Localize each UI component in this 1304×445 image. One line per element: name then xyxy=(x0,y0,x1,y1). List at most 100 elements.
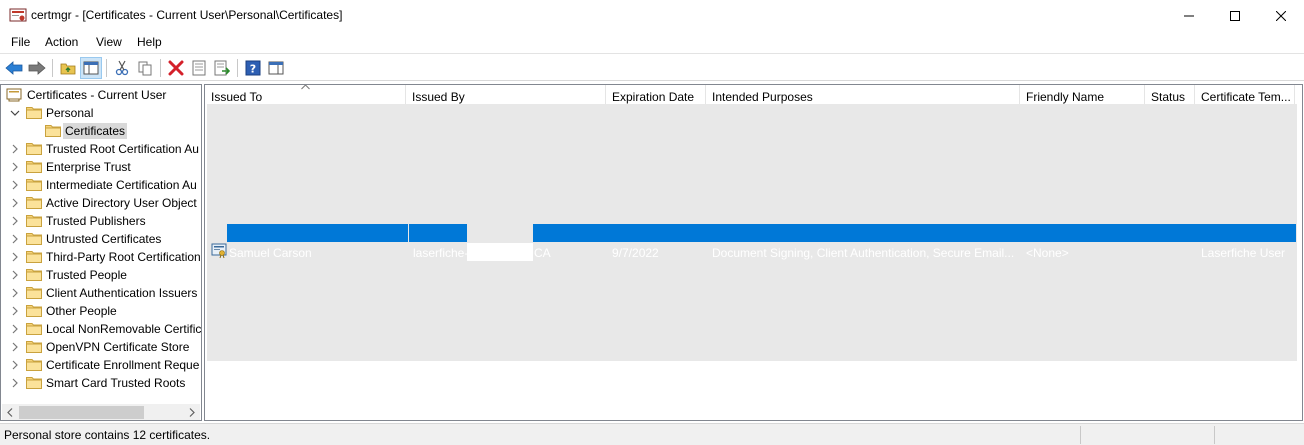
tree-item-label: Enterprise Trust xyxy=(46,160,131,174)
tree-item-label: Client Authentication Issuers xyxy=(46,286,198,300)
cell-expiration-date[interactable]: 9/7/2022 xyxy=(612,244,702,262)
folder-icon xyxy=(26,178,42,191)
selected-row-issued-by-bg[interactable] xyxy=(409,224,467,242)
tree-item[interactable]: Intermediate Certification Au xyxy=(1,176,201,194)
toolbar-separator xyxy=(52,59,53,77)
tree-item[interactable]: Active Directory User Object xyxy=(1,194,201,212)
close-button[interactable] xyxy=(1258,0,1304,31)
column-issued-to[interactable]: Issued To xyxy=(205,85,406,104)
chevron-right-icon[interactable] xyxy=(10,342,20,352)
export-list-icon xyxy=(214,60,230,76)
tree-item[interactable]: Untrusted Certificates xyxy=(1,230,201,248)
tree-item[interactable]: Certificates xyxy=(1,122,201,140)
cell-friendly-name[interactable]: <None> xyxy=(1026,244,1141,262)
menu-view[interactable]: View xyxy=(96,35,122,49)
chevron-right-icon[interactable] xyxy=(10,162,20,172)
column-issued-by[interactable]: Issued By xyxy=(406,85,606,104)
selected-row-issued-to-bg[interactable] xyxy=(227,224,408,242)
tree-item[interactable]: Enterprise Trust xyxy=(1,158,201,176)
tree-item[interactable]: Smart Card Trusted Roots xyxy=(1,374,201,392)
menu-action[interactable]: Action xyxy=(45,35,78,49)
tree-item[interactable]: Client Authentication Issuers xyxy=(1,284,201,302)
chevron-right-icon[interactable] xyxy=(10,324,20,334)
menu-file[interactable]: File xyxy=(11,35,30,49)
certificate-list[interactable]: Issued To Issued By Expiration Date Inte… xyxy=(204,84,1303,421)
chevron-right-icon[interactable] xyxy=(10,306,20,316)
tree-item-label: Third-Party Root Certification xyxy=(46,250,201,264)
help-icon: ? xyxy=(245,60,261,76)
chevron-right-icon[interactable] xyxy=(10,180,20,190)
back-button[interactable] xyxy=(3,57,25,79)
cell-status[interactable] xyxy=(1151,244,1191,262)
chevron-right-icon[interactable] xyxy=(10,216,20,226)
tree-item[interactable]: Trusted Publishers xyxy=(1,212,201,230)
delete-x-icon xyxy=(168,60,184,76)
title-bar: certmgr - [Certificates - Current User\P… xyxy=(0,0,1304,31)
cell-certificate-template[interactable]: Laserfiche User xyxy=(1201,244,1293,262)
toolbar: ? xyxy=(0,53,1304,81)
chevron-down-icon[interactable] xyxy=(10,108,20,118)
selected-row-bg[interactable] xyxy=(533,224,1296,242)
chevron-right-icon[interactable] xyxy=(10,144,20,154)
chevron-right-icon[interactable] xyxy=(10,288,20,298)
tree-item-label: Local NonRemovable Certific xyxy=(46,322,202,336)
cell-intended-purposes[interactable]: Document Signing, Client Authentication,… xyxy=(712,244,1017,262)
scissors-icon xyxy=(115,60,129,76)
tree-item[interactable]: OpenVPN Certificate Store xyxy=(1,338,201,356)
tree-item[interactable]: Third-Party Root Certification xyxy=(1,248,201,266)
chevron-right-icon[interactable] xyxy=(10,378,20,388)
cell-issued-to[interactable]: Samuel Carson xyxy=(229,244,404,262)
tree-horizontal-scrollbar[interactable] xyxy=(2,404,200,420)
tree-item-label: Smart Card Trusted Roots xyxy=(46,376,186,390)
cut-button[interactable] xyxy=(111,57,133,79)
forward-arrow-icon xyxy=(28,61,46,75)
folder-icon xyxy=(26,376,42,389)
tree-item[interactable]: Local NonRemovable Certific xyxy=(1,320,201,338)
minimize-button[interactable] xyxy=(1166,0,1212,31)
chevron-right-icon[interactable] xyxy=(10,198,20,208)
tree-root[interactable]: Certificates - Current User xyxy=(1,86,201,104)
column-certificate-template[interactable]: Certificate Tem... xyxy=(1195,85,1295,104)
chevron-right-icon[interactable] xyxy=(10,234,20,244)
column-friendly-name[interactable]: Friendly Name xyxy=(1020,85,1145,104)
cell-issued-by-suffix[interactable]: CA xyxy=(534,244,594,262)
scrollbar-thumb[interactable] xyxy=(19,406,144,419)
properties-button[interactable] xyxy=(188,57,210,79)
help-button[interactable]: ? xyxy=(242,57,264,79)
up-one-level-button[interactable] xyxy=(57,57,79,79)
tree-item[interactable]: Other People xyxy=(1,302,201,320)
show-action-pane-button[interactable] xyxy=(265,57,287,79)
export-list-button[interactable] xyxy=(211,57,233,79)
delete-button[interactable] xyxy=(165,57,187,79)
tree-item[interactable]: Trusted Root Certification Au xyxy=(1,140,201,158)
tree-item[interactable]: Personal xyxy=(1,104,201,122)
toolbar-separator xyxy=(106,59,107,77)
forward-button[interactable] xyxy=(26,57,48,79)
menu-help[interactable]: Help xyxy=(137,35,162,49)
folder-icon xyxy=(26,358,42,371)
scroll-left-arrow-icon[interactable] xyxy=(5,407,15,418)
folder-icon xyxy=(26,286,42,299)
copy-button[interactable] xyxy=(134,57,156,79)
chevron-right-icon[interactable] xyxy=(10,252,20,262)
cell-redacted-segment xyxy=(467,243,533,261)
console-tree-icon xyxy=(83,61,99,75)
cell-issued-by[interactable]: laserfiche- xyxy=(413,244,467,262)
tree-item[interactable]: Trusted People xyxy=(1,266,201,284)
chevron-right-icon[interactable] xyxy=(10,270,20,280)
folder-icon xyxy=(26,142,42,155)
tree-item-label: Certificate Enrollment Reque xyxy=(46,358,200,372)
folder-icon xyxy=(26,232,42,245)
tree-item[interactable]: Certificate Enrollment Reque xyxy=(1,356,201,374)
column-expiration-date[interactable]: Expiration Date xyxy=(606,85,706,104)
scroll-right-arrow-icon[interactable] xyxy=(187,407,197,418)
chevron-right-icon[interactable] xyxy=(10,360,20,370)
copy-icon xyxy=(138,61,152,76)
maximize-button[interactable] xyxy=(1212,0,1258,31)
column-intended-purposes[interactable]: Intended Purposes xyxy=(706,85,1020,104)
column-status[interactable]: Status xyxy=(1145,85,1195,104)
toolbar-separator xyxy=(237,59,238,77)
console-tree[interactable]: Certificates - Current User Personal Cert… xyxy=(0,84,202,421)
minimize-icon xyxy=(1184,15,1194,16)
show-hide-console-tree-button[interactable] xyxy=(80,57,102,79)
